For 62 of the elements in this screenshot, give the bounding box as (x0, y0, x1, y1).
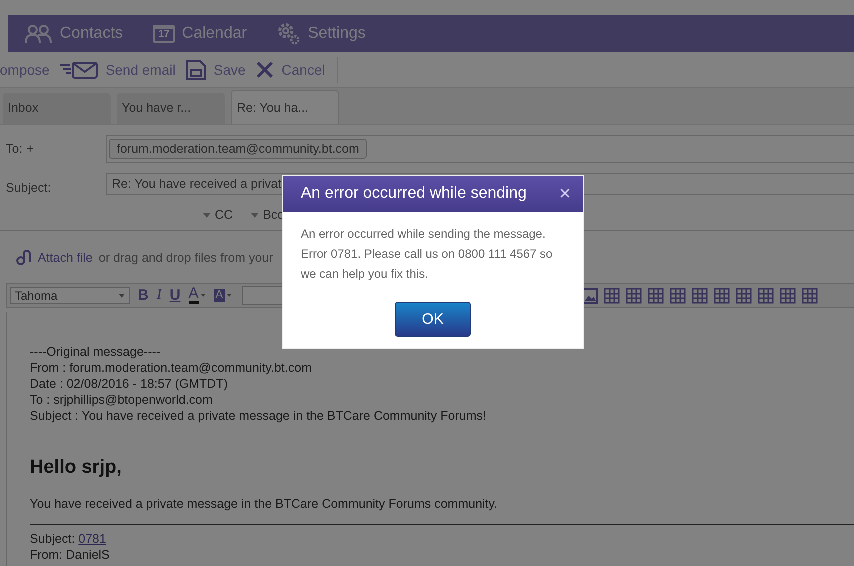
italic-button[interactable]: I (156, 287, 162, 304)
settings-icon (277, 22, 302, 46)
table-icon (802, 288, 818, 304)
contacts-icon (25, 24, 53, 44)
header-line: Date : 02/08/2016 - 18:57 (GMTDT) (30, 376, 230, 392)
send-email-icon (60, 60, 98, 78)
table-icon (604, 288, 620, 304)
font-select[interactable]: Tahoma (10, 287, 130, 304)
send-button[interactable]: Send email (60, 60, 176, 78)
cc-button[interactable]: CC (203, 208, 234, 222)
nav-item[interactable]: 17 Calendar (153, 24, 248, 42)
header-line: To : srjphillips@btopenworld.com (30, 392, 214, 408)
cancel-button[interactable]: Cancel (256, 60, 326, 78)
cancel-icon (256, 60, 274, 78)
font-color-button[interactable]: A (188, 287, 206, 304)
table-icon (692, 288, 708, 304)
header-line: ----Original message---- (30, 344, 162, 360)
dialog-title: An error occurred while sending (301, 185, 527, 203)
save-icon (186, 60, 206, 80)
subject-label: Subject: (5, 180, 52, 195)
close-button[interactable]: × (559, 182, 571, 206)
detail-link[interactable]: 0781 (78, 532, 106, 546)
mail-tab[interactable]: Inbox (3, 93, 111, 124)
intro-text: You have received a private message in the BTCare Community Forums community. (30, 496, 499, 512)
add-recipient-button[interactable]: + (26, 142, 34, 156)
nav-item[interactable]: Contacts (25, 24, 124, 44)
calendar-icon: 17 (153, 24, 176, 42)
table-icon (648, 288, 664, 304)
size-select[interactable] (242, 286, 284, 305)
save-button[interactable]: Save (186, 60, 246, 80)
table-icon (758, 288, 774, 304)
detail-label: Subject: (30, 532, 76, 546)
nav-item[interactable]: Settings (277, 22, 366, 46)
attach-hint: or drag and drop files from your (98, 251, 274, 265)
paperclip-icon (16, 250, 32, 266)
caret-icon (251, 212, 260, 218)
table-icon (714, 288, 730, 304)
compose-button[interactable]: ompose (0, 62, 50, 78)
caret-icon (119, 294, 125, 298)
error-message: An error occurred while sending the message. Error 0781. Please call us on 0800 111 4567 so we can help you fix this. (300, 226, 554, 283)
table-icon (736, 288, 752, 304)
caret-icon (200, 294, 206, 297)
mail-tab[interactable]: Re: You ha... (231, 90, 339, 124)
to-label: To: (6, 142, 23, 156)
underline-button[interactable]: U (170, 287, 181, 304)
table-icon (670, 288, 686, 304)
detail-label: From: (30, 548, 63, 562)
caret-icon (227, 294, 232, 297)
bold-button[interactable]: B (138, 287, 149, 304)
header-line: Subject : You have received a private message in the BTCare Community Forums! (30, 408, 488, 424)
recipient-field[interactable]: forum.moderation.team@community.bt.com (106, 135, 854, 163)
header-line: From : forum.moderation.team@community.bt.com (30, 360, 313, 376)
table-icon (780, 288, 796, 304)
caret-icon (203, 212, 211, 218)
detail-value: DanielS (66, 548, 110, 562)
mail-tab[interactable]: You have r... (117, 93, 225, 124)
image-icon (582, 288, 598, 304)
ok-button[interactable]: OK (395, 302, 471, 337)
recipient-chip[interactable]: forum.moderation.team@community.bt.com (109, 139, 368, 159)
table-icon (626, 288, 642, 304)
greeting: Hello srjp, (30, 457, 123, 479)
attach-file-link[interactable]: Attach file (38, 251, 93, 265)
